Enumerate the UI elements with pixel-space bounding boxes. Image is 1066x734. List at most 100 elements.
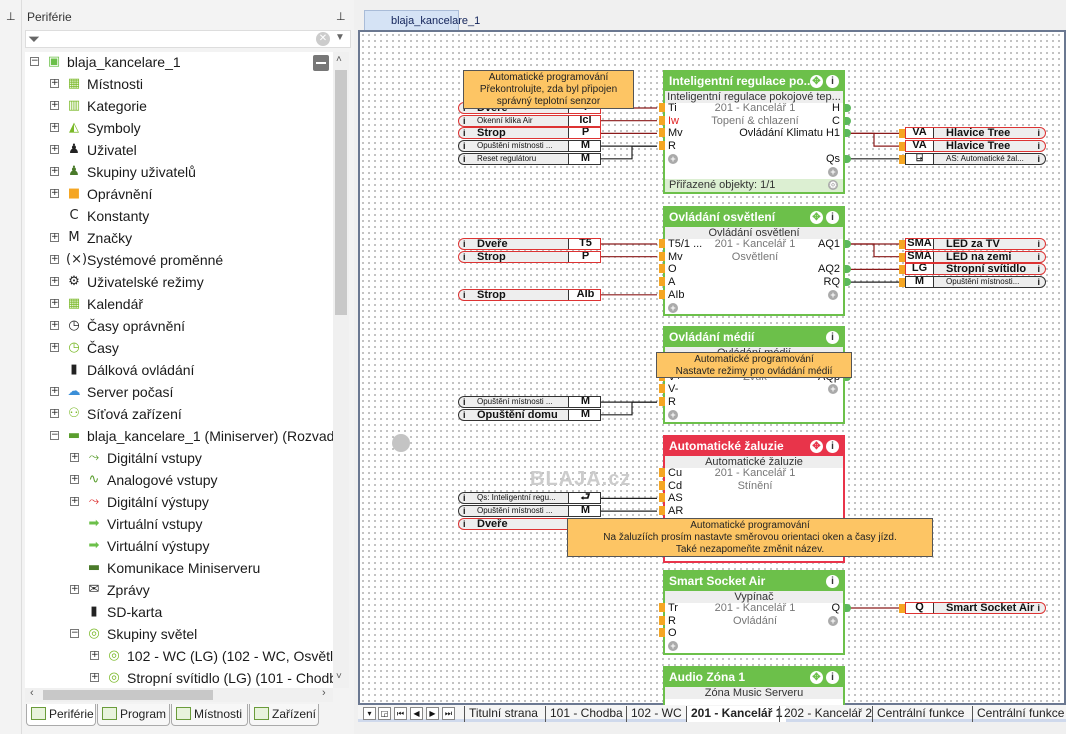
info-icon[interactable]: i: [826, 575, 839, 588]
tree-item[interactable]: + ▦ Kalendář: [25, 293, 333, 315]
info-icon[interactable]: i: [463, 116, 466, 126]
collapse-all-button[interactable]: [313, 55, 329, 71]
move-icon[interactable]: ✥: [810, 671, 823, 684]
input-pin[interactable]: [659, 289, 665, 299]
prev-page-icon[interactable]: ◀: [410, 707, 423, 720]
pin-icon[interactable]: ⊥: [336, 10, 346, 23]
input-reference[interactable]: i Opuštění místnosti ... M: [458, 140, 601, 153]
tree-item[interactable]: − ◎ Skupiny světel: [25, 623, 333, 645]
expand-icon[interactable]: +: [50, 409, 59, 418]
output-reference[interactable]: M Opuštění místnosti... i: [905, 276, 1046, 289]
tree-item[interactable]: ▮ SD-karta: [25, 601, 333, 623]
input-pin[interactable]: [659, 115, 665, 125]
collapse-icon[interactable]: −: [50, 431, 59, 440]
info-icon[interactable]: i: [463, 519, 466, 529]
tree-item[interactable]: + ◷ Časy: [25, 337, 333, 359]
scroll-left-icon[interactable]: ‹: [30, 687, 34, 699]
output-reference[interactable]: LG Stropní svítidlo i: [905, 263, 1046, 276]
info-icon[interactable]: i: [463, 239, 466, 249]
output-reference[interactable]: ⍈ AS: Automatické žal... i: [905, 152, 1046, 165]
tree-item[interactable]: + ☁ Server počasí: [25, 381, 333, 403]
collapse-icon[interactable]: −: [70, 629, 79, 638]
expand-icon[interactable]: +: [50, 277, 59, 286]
tree-item[interactable]: + (×) Systémové proměnné: [25, 249, 333, 271]
input-reference[interactable]: i Opuštění místnosti ... M: [458, 396, 601, 409]
panel-tab[interactable]: Periférie: [26, 704, 96, 726]
add-input-icon[interactable]: +: [668, 409, 678, 420]
output-reference[interactable]: SMA LED za TV i: [905, 238, 1046, 250]
add-input-icon[interactable]: +: [668, 302, 678, 313]
vertical-scroll-thumb[interactable]: [335, 70, 347, 315]
expand-icon[interactable]: +: [50, 387, 59, 396]
input-pin[interactable]: [659, 141, 665, 151]
info-icon[interactable]: i: [463, 493, 466, 503]
info-icon[interactable]: i: [463, 154, 466, 164]
tree-item[interactable]: ▬ Komunikace Miniserveru: [25, 557, 333, 579]
input-pin[interactable]: [659, 615, 665, 625]
function-block[interactable]: Smart Socket Air i Vypínač Tr R O + Q +201 - Kan…: [659, 570, 851, 655]
tree-item[interactable]: ➡ Virtuální výstupy: [25, 535, 333, 557]
page-tab[interactable]: Centrální funkce: [972, 706, 1066, 722]
input-reference[interactable]: i Opuštění domu M: [458, 408, 601, 421]
add-output-icon[interactable]: +: [828, 384, 838, 395]
assigned-objects[interactable]: Přiřazené objekty: 1/1 ⚙: [665, 179, 843, 192]
tree-item[interactable]: + ∿ Analogové vstupy: [25, 469, 333, 491]
move-icon[interactable]: ✥: [810, 211, 823, 224]
tree-item[interactable]: + ◷ Časy oprávnění: [25, 315, 333, 337]
page-tab[interactable]: Titulní strana: [464, 706, 542, 722]
add-output-icon[interactable]: +: [828, 289, 838, 300]
info-icon[interactable]: i: [463, 397, 466, 407]
first-page-icon[interactable]: ⏮: [394, 707, 407, 720]
info-icon[interactable]: i: [463, 128, 466, 138]
tree-item[interactable]: + ◎ 102 - WC (LG) (102 - WC, Osvětle: [25, 645, 333, 667]
input-reference[interactable]: i Qs: Inteligentní regu... ⮐: [458, 492, 601, 505]
dropdown-icon[interactable]: ▾: [363, 707, 376, 720]
pin-icon[interactable]: ⊥: [6, 10, 16, 23]
info-icon[interactable]: i: [463, 290, 466, 300]
page-icon[interactable]: ◲: [378, 707, 391, 720]
input-pin[interactable]: [659, 506, 665, 516]
input-pin[interactable]: [659, 239, 665, 248]
expand-icon[interactable]: +: [50, 343, 59, 352]
input-pin[interactable]: [659, 493, 665, 503]
input-pin[interactable]: [659, 628, 665, 638]
page-tab[interactable]: 202 - Kancelář 2: [779, 706, 876, 722]
page-tab[interactable]: Centrální funkce: [872, 706, 968, 722]
settings-icon[interactable]: ⚙: [828, 180, 838, 190]
output-pin[interactable]: [845, 116, 851, 125]
input-pin[interactable]: [659, 103, 665, 112]
info-icon[interactable]: i: [1037, 277, 1040, 287]
function-block[interactable]: Ovládání osvětlení i ✥ Ovládání osvětlení T5…: [659, 206, 851, 316]
expand-icon[interactable]: +: [50, 189, 59, 198]
info-icon[interactable]: i: [463, 506, 466, 516]
input-reference[interactable]: i Strop P: [458, 127, 601, 140]
input-pin[interactable]: [659, 277, 665, 287]
expand-icon[interactable]: +: [50, 233, 59, 242]
tree-item[interactable]: ➡ Virtuální vstupy: [25, 513, 333, 535]
input-pin[interactable]: [659, 480, 665, 490]
add-input-icon[interactable]: +: [668, 153, 678, 164]
info-icon[interactable]: i: [826, 671, 839, 684]
expand-icon[interactable]: +: [50, 299, 59, 308]
input-pin[interactable]: [659, 128, 665, 138]
tree-item[interactable]: + ■ Oprávnění: [25, 183, 333, 205]
info-icon[interactable]: i: [463, 141, 466, 151]
scroll-down-icon[interactable]: ˅: [336, 671, 342, 682]
panel-tab[interactable]: Zařízení: [249, 704, 319, 726]
input-pin[interactable]: [659, 397, 665, 407]
info-icon[interactable]: i: [463, 252, 466, 262]
info-icon[interactable]: i: [826, 331, 839, 344]
tree-item[interactable]: − ▬ blaja_kancelare_1 (Miniserver) (Rozvad…: [25, 425, 333, 447]
page-tab[interactable]: 101 - Chodba: [545, 706, 627, 722]
expand-icon[interactable]: +: [50, 101, 59, 110]
info-icon[interactable]: i: [826, 211, 839, 224]
move-icon[interactable]: ✥: [810, 440, 823, 453]
filter-input[interactable]: ⏷ ✕ ▼: [25, 30, 351, 48]
collapse-icon[interactable]: −: [30, 57, 39, 66]
info-icon[interactable]: i: [1037, 128, 1040, 138]
scroll-up-icon[interactable]: ˄: [336, 54, 342, 65]
function-block[interactable]: Audio Zóna 1 i ✥ Zóna Music Serveru: [663, 666, 845, 705]
add-output-icon[interactable]: +: [828, 166, 838, 177]
page-tab[interactable]: 102 - WC: [626, 706, 686, 722]
tree-item[interactable]: C Konstanty: [25, 205, 333, 227]
